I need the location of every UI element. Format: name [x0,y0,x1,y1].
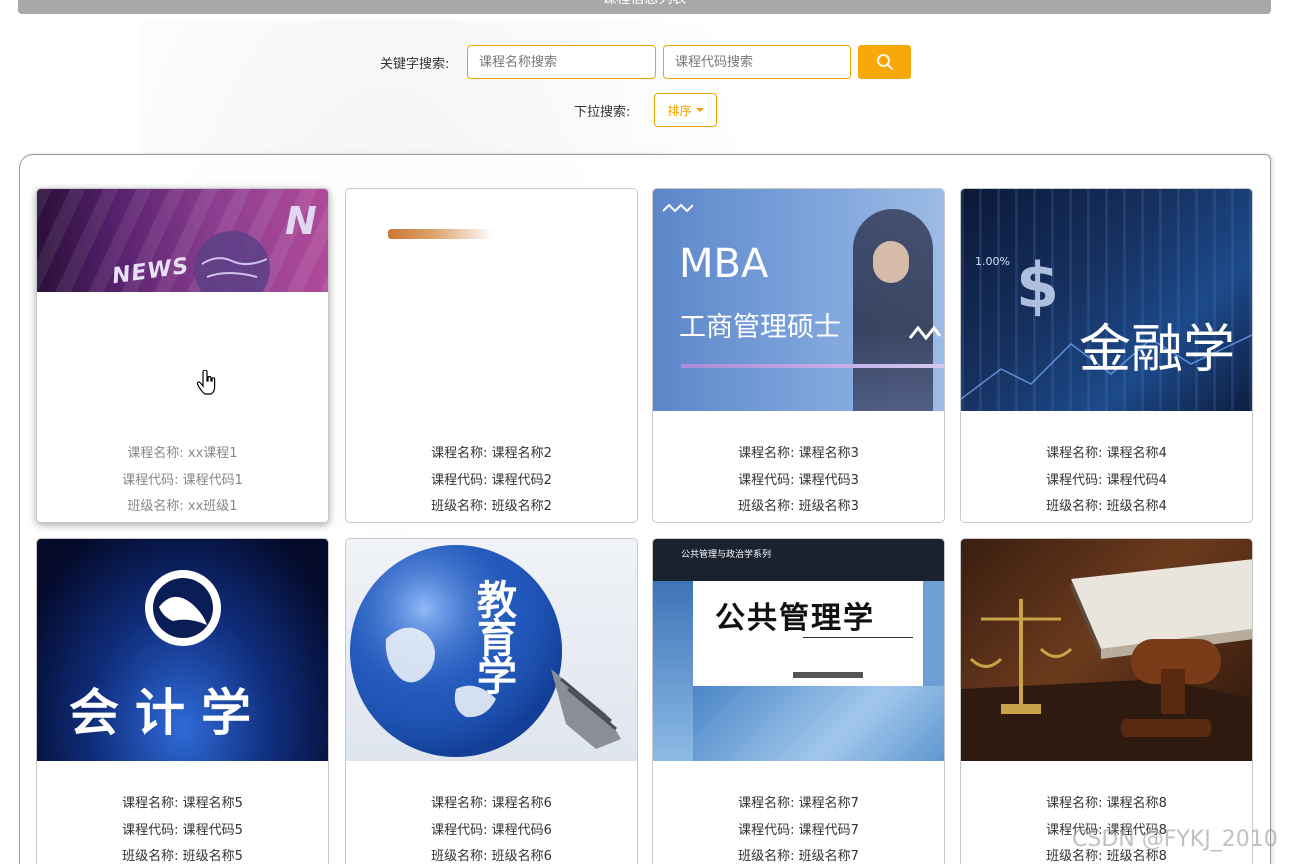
sort-dropdown[interactable]: 排序 [654,93,717,127]
class-name: 班级名称5 [182,849,243,864]
course-code: 课程代码1 [182,472,243,488]
course-card-image [961,539,1252,761]
course-card[interactable]: 教育学 课程名称: 课程名称6 课程代码: 课程代码6 班级名称: 班级名称6 [345,538,638,864]
course-card-image-subtext: 公共管理与政治学系列 [681,550,772,560]
course-code: 课程代码4 [1106,472,1167,488]
course-card-image-text: 金融学 [1079,320,1236,380]
course-card-info: 课程名称: 课程名称3 课程代码: 课程代码3 班级名称: 班级名称3 [738,446,859,514]
course-card-image: 公共管理与政治学系列 公共管理学 [653,539,944,761]
course-card-info: 课程名称: 课程名称6 课程代码: 课程代码6 班级名称: 班级名称6 [431,796,552,864]
course-card[interactable]: 课程名称: 课程名称8 课程代码: 课程代码8 班级名称: 班级名称8 [960,538,1253,864]
course-card-info: 课程名称: 课程名称2 课程代码: 课程代码2 班级名称: 班级名称2 [431,446,552,514]
course-card-image [346,189,637,411]
course-card-image: $ 1.00% 金融学 [961,189,1252,411]
course-card-image: 教育学 [346,539,637,761]
course-name: 课程名称3 [798,446,859,461]
dropdown-search-label: 下拉搜索: [574,105,631,120]
class-name: 班级名称7 [798,849,859,864]
keyword-search-label: 关键字搜索: [380,57,450,72]
course-code: 课程代码7 [798,822,859,838]
search-bar: 关键字搜索: [0,45,1289,79]
watermark: CSDN @FYKJ_2010 [1072,827,1278,852]
course-name: 课程名称6 [491,796,552,811]
course-name-search-input[interactable] [467,45,656,79]
caret-down-icon [695,108,704,112]
course-name: xx课程1 [187,446,238,461]
sort-dropdown-label: 排序 [667,103,692,118]
course-card-image: 会计学 [37,539,328,761]
search-icon [876,54,893,70]
class-name: 班级名称4 [1106,499,1167,514]
course-name: 课程名称5 [182,796,243,811]
course-card-image: NEWS N [37,189,328,411]
course-name: 课程名称7 [798,796,859,811]
course-name: 课程名称8 [1106,796,1167,811]
class-name: 班级名称2 [491,499,552,514]
class-name: 班级名称3 [798,499,859,514]
course-code: 课程代码2 [491,472,552,488]
course-card[interactable]: MBA 工商管理硕士 课程名称: 课程名称3 课程代码: 课程代码3 班级名称:… [652,188,945,523]
course-card[interactable]: 公共管理与政治学系列 公共管理学 课程名称: 课程名称7 课程代码: 课程代码7… [652,538,945,864]
page-title: 课程信息列表 [18,0,1271,14]
course-card[interactable]: $ 1.00% 金融学 课程名称: 课程名称4 课程代码: 课程代码4 班级名称… [960,188,1253,523]
course-card-image-subtext: 工商管理硕士 [679,312,841,343]
course-card-image-subtext: 1.00% [975,255,1010,268]
search-button[interactable] [858,45,911,79]
course-card-info: 课程名称: 课程名称7 课程代码: 课程代码7 班级名称: 班级名称7 [738,796,859,864]
course-card-info: 课程名称: xx课程1 课程代码: 课程代码1 班级名称: xx班级1 [122,446,243,514]
course-code-search-input[interactable] [663,45,851,79]
class-name: xx班级1 [187,499,238,514]
course-card-info: 课程名称: 课程名称5 课程代码: 课程代码5 班级名称: 班级名称5 [122,796,243,864]
course-card[interactable]: 课程名称: 课程名称2 课程代码: 课程代码2 班级名称: 班级名称2 [345,188,638,523]
course-card-info: 课程名称: 课程名称4 课程代码: 课程代码4 班级名称: 班级名称4 [1046,446,1167,514]
course-card[interactable]: 会计学 课程名称: 课程名称5 课程代码: 课程代码5 班级名称: 班级名称5 [36,538,329,864]
course-name: 课程名称4 [1106,446,1167,461]
course-code: 课程代码3 [798,472,859,488]
course-card[interactable]: NEWS N 课程名称: xx课程1 课程代码: 课程代码1 班级名称: xx班… [36,188,329,523]
course-card-image-text: 教育学 [470,579,516,693]
course-card-image-text: 公共管理学 [715,601,875,636]
class-name: 班级名称6 [491,849,552,864]
course-name: 课程名称2 [491,446,552,461]
course-card-image-text: 会计学 [69,684,267,742]
course-card-image-text: MBA [679,241,769,287]
hand-cursor-icon [196,370,216,395]
course-code: 课程代码6 [491,822,552,838]
course-card-image: MBA 工商管理硕士 [653,189,944,411]
course-code: 课程代码5 [182,822,243,838]
